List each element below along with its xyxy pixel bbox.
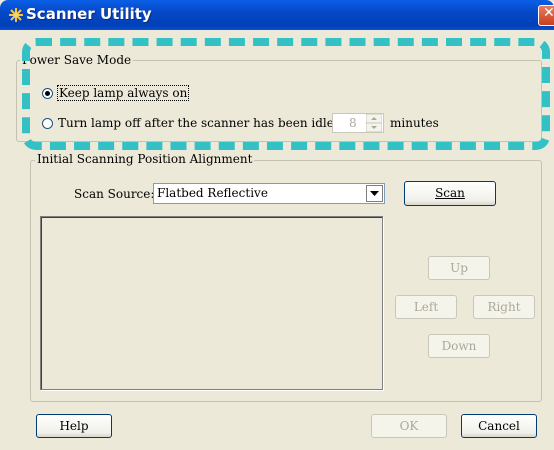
power-save-highlight <box>22 38 550 150</box>
down-button-label: Down <box>441 339 477 353</box>
cancel-button[interactable]: Cancel <box>461 414 537 438</box>
alignment-group-label: Initial Scanning Position Alignment <box>35 152 255 166</box>
scan-button-label: Scan <box>435 186 465 200</box>
right-button-label: Right <box>487 300 521 314</box>
down-button[interactable]: Down <box>428 334 490 358</box>
help-button[interactable]: Help <box>36 414 112 438</box>
close-button[interactable]: ✕ <box>538 5 554 26</box>
up-button-label: Up <box>450 261 468 275</box>
scan-source-value: Flatbed Reflective <box>157 186 268 200</box>
title-bar[interactable]: Scanner Utility ✕ <box>0 0 554 30</box>
scan-source-label: Scan Source: <box>74 187 155 201</box>
scan-source-dropdown[interactable]: Flatbed Reflective <box>153 183 385 204</box>
window-title: Scanner Utility <box>26 5 152 23</box>
close-icon: ✕ <box>543 5 554 21</box>
chevron-down-icon <box>370 191 379 196</box>
up-button[interactable]: Up <box>428 256 490 280</box>
scan-button[interactable]: Scan <box>404 181 496 206</box>
dropdown-arrow-button[interactable] <box>366 185 383 202</box>
ok-button-label: OK <box>399 419 419 433</box>
left-button[interactable]: Left <box>395 295 457 319</box>
app-icon <box>9 8 23 22</box>
left-button-label: Left <box>413 300 439 314</box>
scan-preview-area <box>40 216 383 390</box>
right-button[interactable]: Right <box>473 295 535 319</box>
scanner-utility-window: Scanner Utility ✕ Power Save Mode Keep l… <box>0 0 554 450</box>
help-button-label: Help <box>59 419 89 433</box>
cancel-button-label: Cancel <box>478 419 520 433</box>
ok-button[interactable]: OK <box>371 414 447 438</box>
